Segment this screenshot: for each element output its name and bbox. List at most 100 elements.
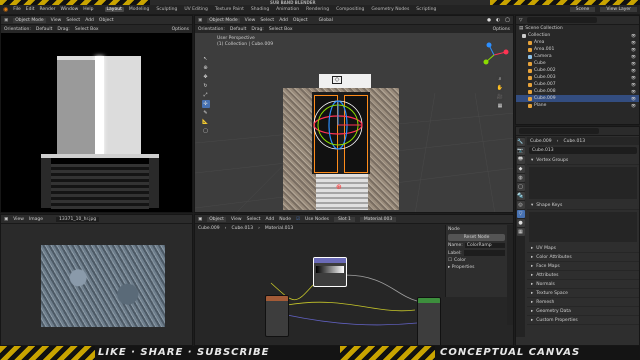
image-view-menu[interactable]: View <box>13 217 24 222</box>
outliner-row[interactable]: Cube.008 👁 <box>516 88 639 95</box>
workspace-tab[interactable]: Texture Paint <box>213 7 246 12</box>
scene-tab-icon[interactable]: ◆ <box>516 165 525 173</box>
outliner-row[interactable]: Cube.003 👁 <box>516 74 639 81</box>
workspace-tab[interactable]: Layout <box>104 7 124 12</box>
pan-hand-icon[interactable]: ✋ <box>496 84 504 92</box>
reset-node-button[interactable]: Reset Node <box>448 234 505 241</box>
left-header-item[interactable]: Object <box>99 18 114 23</box>
left-header-item[interactable]: Select <box>66 18 80 23</box>
main-viewport[interactable]: ▣ Object Mode View Select Add Object Glo… <box>194 15 514 213</box>
properties-section[interactable]: ▸ Normals <box>527 280 639 289</box>
node-properties-section[interactable]: ▸ Properties <box>448 265 505 270</box>
world-tab-icon[interactable]: ◍ <box>516 174 525 182</box>
menu-item[interactable]: Window <box>61 7 79 12</box>
main-header-item[interactable]: Object <box>293 18 308 23</box>
zoom-icon[interactable]: ⌕ <box>496 75 504 83</box>
properties-section[interactable]: ▸ UV Maps <box>527 244 639 253</box>
measure-tool-icon[interactable]: 📐 <box>201 118 210 126</box>
workspace-tab[interactable]: Compositing <box>334 7 366 12</box>
visibility-eye-icon[interactable]: 👁 <box>631 54 636 59</box>
editor-type-icon[interactable]: ▣ <box>4 18 8 23</box>
menu-item[interactable]: Render <box>40 7 56 12</box>
transform-tool-icon[interactable]: ✣ <box>201 100 210 108</box>
blender-logo-icon[interactable]: ◉ <box>3 6 8 13</box>
scale-tool-icon[interactable]: ⤢ <box>201 91 210 99</box>
drag-select[interactable]: Select Box <box>75 27 99 32</box>
outliner-row[interactable]: Area.001 👁 <box>516 46 639 53</box>
texture-tab-icon[interactable]: ▦ <box>516 228 525 236</box>
visibility-eye-icon[interactable]: 👁 <box>631 75 636 80</box>
drag-select[interactable]: Select Box <box>269 27 293 32</box>
scene-selector[interactable]: Scene <box>569 7 596 12</box>
shading-solid-icon[interactable]: ● <box>487 18 491 23</box>
image-image-menu[interactable]: Image <box>29 217 43 222</box>
outliner-row[interactable]: Cube.007 👁 <box>516 81 639 88</box>
left-header-item[interactable]: Object Mode <box>13 17 46 23</box>
visibility-eye-icon[interactable]: 👁 <box>631 40 636 45</box>
rotate-gizmo[interactable] <box>307 94 369 156</box>
main-header-item[interactable]: Object Mode <box>207 17 240 23</box>
editor-type-icon[interactable]: ▣ <box>198 18 202 23</box>
outliner-row[interactable]: Cube.002 👁 <box>516 67 639 74</box>
properties-section[interactable]: ▸ Face Maps <box>527 262 639 271</box>
vertex-groups-section[interactable]: ▾ Vertex Groups <box>527 156 639 165</box>
perspective-grid-icon[interactable]: ▦ <box>496 102 504 110</box>
main-header-item[interactable]: View <box>245 18 256 23</box>
menu-item[interactable]: Edit <box>26 7 35 12</box>
properties-section[interactable]: ▸ Geometry Data <box>527 307 639 316</box>
shape-keys-section[interactable]: ▾ Shape Keys <box>527 201 639 210</box>
visibility-eye-icon[interactable]: 👁 <box>631 47 636 52</box>
rotate-tool-icon[interactable]: ↻ <box>201 82 210 90</box>
mesh-name-field[interactable]: Cube.013 <box>529 147 637 154</box>
filter-icon[interactable]: ▽ <box>519 18 522 23</box>
camera-view-icon[interactable]: 🎥 <box>496 93 504 101</box>
outliner-row[interactable]: Collection 👁 <box>516 32 639 39</box>
tool-tab-icon[interactable]: 🔧 <box>516 138 525 146</box>
workspace-tab[interactable]: Geometry Nodes <box>369 7 411 12</box>
add-cube-tool-icon[interactable]: ▢ <box>201 127 210 135</box>
colorramp-node[interactable] <box>313 257 347 287</box>
object-tab-icon[interactable]: ▢ <box>516 183 525 191</box>
outliner-search[interactable] <box>527 17 598 23</box>
properties-section[interactable]: ▸ Attributes <box>527 271 639 280</box>
select-tool-icon[interactable]: ↖ <box>201 55 210 63</box>
editor-type-icon[interactable]: ▣ <box>4 217 8 222</box>
properties-search[interactable] <box>519 128 599 134</box>
workspace-tab[interactable]: UV Editing <box>182 7 209 12</box>
material-tab-icon[interactable]: ● <box>516 219 525 227</box>
outliner-row[interactable]: Area 👁 <box>516 39 639 46</box>
workspace-tab[interactable]: Scripting <box>414 7 438 12</box>
color-ramp-gradient[interactable] <box>316 266 344 273</box>
orientation-select[interactable]: Default <box>36 27 52 32</box>
visibility-eye-icon[interactable]: 👁 <box>631 96 636 101</box>
physics-tab-icon[interactable]: ◎ <box>516 201 525 209</box>
visibility-eye-icon[interactable]: 👁 <box>631 33 636 38</box>
left-viewport[interactable]: ▣ Object Mode View Select Add Object Ori… <box>0 15 193 213</box>
output-tab-icon[interactable]: 🖶 <box>516 156 525 164</box>
shading-rendered-icon[interactable]: ◯ <box>505 18 510 23</box>
orientation-select[interactable]: Default <box>230 27 246 32</box>
options-menu[interactable]: Options <box>172 27 189 32</box>
principled-bsdf-node[interactable] <box>417 297 441 345</box>
node-label-field[interactable] <box>463 250 505 256</box>
menu-item[interactable]: Help <box>83 7 93 12</box>
properties-section[interactable]: ▸ Custom Properties <box>527 316 639 325</box>
image-name-field[interactable]: 13371_10_hr.jpg <box>56 216 100 222</box>
properties-section[interactable]: ▸ Texture Space <box>527 289 639 298</box>
main-header-item[interactable]: Add <box>279 18 288 23</box>
visibility-eye-icon[interactable]: 👁 <box>631 89 636 94</box>
modifier-tab-icon[interactable]: 🔩 <box>516 192 525 200</box>
outliner-row[interactable]: Plane 👁 <box>516 102 639 109</box>
properties-section[interactable]: ▸ Remesh <box>527 298 639 307</box>
node-name-field[interactable]: ColorRamp <box>464 243 505 248</box>
node-color-checkbox[interactable]: ☐ <box>448 258 452 263</box>
workspace-tab[interactable]: Shading <box>249 7 271 12</box>
visibility-eye-icon[interactable]: 👁 <box>631 61 636 66</box>
visibility-eye-icon[interactable]: 👁 <box>631 82 636 87</box>
workspace-tab[interactable]: Animation <box>274 7 301 12</box>
navigation-gizmo[interactable] <box>479 40 509 70</box>
left-header-item[interactable]: Add <box>85 18 94 23</box>
main-header-item[interactable]: Global <box>319 18 333 23</box>
outliner-row[interactable]: Cube.009 👁 <box>516 95 639 102</box>
properties-section[interactable]: ▸ Color Attributes <box>527 253 639 262</box>
